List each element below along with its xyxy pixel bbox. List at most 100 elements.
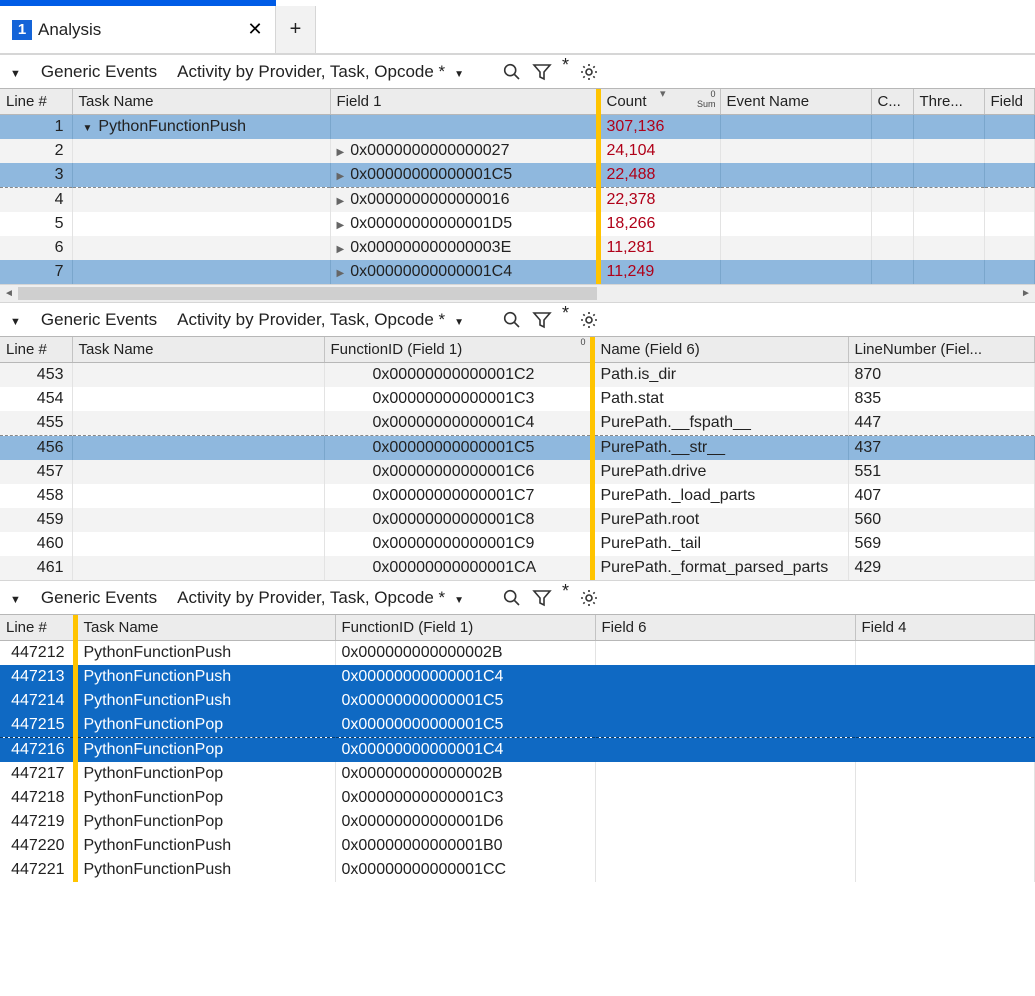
filter-icon[interactable] (532, 588, 552, 608)
task-cell: PythonFunctionPop (75, 738, 335, 763)
collapse-icon[interactable] (10, 310, 31, 330)
col-task[interactable]: Task Name (72, 337, 324, 363)
col-field[interactable]: Field (984, 89, 1035, 115)
col-f6[interactable]: Field 6 (595, 615, 855, 641)
line-cell: 453 (0, 363, 72, 388)
gear-icon[interactable] (579, 588, 599, 608)
table-row[interactable]: 4600x00000000000001C9PurePath._tail569 (0, 532, 1035, 556)
event-cell (720, 163, 871, 188)
col-fid[interactable]: FunctionID (Field 1) 0 (324, 337, 592, 363)
scrollbar-thumb[interactable] (18, 287, 597, 300)
col-f4[interactable]: Field 4 (855, 615, 1035, 641)
filter-icon[interactable] (532, 310, 552, 330)
col-c[interactable]: C... (871, 89, 913, 115)
col-event[interactable]: Event Name (720, 89, 871, 115)
table-row[interactable]: 4560x00000000000001C5PurePath.__str__437 (0, 436, 1035, 461)
line-cell: 1 (0, 115, 72, 140)
filter-icon[interactable] (532, 62, 552, 82)
panel1-tbody: 1PythonFunctionPush307,13620x00000000000… (0, 115, 1035, 285)
f6-cell (595, 834, 855, 858)
table-row[interactable]: 70x00000000000001C411,249 (0, 260, 1035, 284)
col-count[interactable]: Count ▾ 0Sum (598, 89, 720, 115)
col-line[interactable]: Line # (0, 89, 72, 115)
table-row[interactable]: 60x000000000000003E11,281 (0, 236, 1035, 260)
row-expand-icon[interactable] (337, 215, 351, 232)
provider-label: Generic Events (41, 310, 157, 330)
col-linenum[interactable]: LineNumber (Fiel... (848, 337, 1035, 363)
table-row[interactable]: 447212PythonFunctionPush0x00000000000000… (0, 641, 1035, 666)
table-row[interactable]: 447218PythonFunctionPop0x00000000000001C… (0, 786, 1035, 810)
scroll-right-icon[interactable]: ► (1017, 285, 1035, 302)
col-line[interactable]: Line # (0, 615, 75, 641)
table-row[interactable]: 4580x00000000000001C7PurePath._load_part… (0, 484, 1035, 508)
collapse-icon[interactable] (10, 588, 31, 608)
f4-cell (855, 641, 1035, 666)
gear-icon[interactable] (579, 62, 599, 82)
table-row[interactable]: 447221PythonFunctionPush0x00000000000001… (0, 858, 1035, 882)
search-icon[interactable] (502, 588, 522, 608)
row-expand-icon[interactable] (337, 142, 351, 159)
gear-icon[interactable] (579, 310, 599, 330)
preset-dropdown[interactable]: Activity by Provider, Task, Opcode * (177, 588, 450, 607)
col-fid[interactable]: FunctionID (Field 1) (335, 615, 595, 641)
col-field1[interactable]: Field 1 (330, 89, 598, 115)
preset-dropdown[interactable]: Activity by Provider, Task, Opcode * (177, 310, 450, 329)
scroll-left-icon[interactable]: ◄ (0, 285, 18, 302)
table-row[interactable]: 50x00000000000001D518,266 (0, 212, 1035, 236)
col-task[interactable]: Task Name (72, 89, 330, 115)
preset-dropdown[interactable]: Activity by Provider, Task, Opcode * (177, 62, 450, 81)
row-expand-icon[interactable] (337, 166, 351, 183)
count-cell: 11,249 (598, 260, 720, 284)
table-row[interactable]: 20x000000000000002724,104 (0, 139, 1035, 163)
table-row[interactable]: 4570x00000000000001C6PurePath.drive551 (0, 460, 1035, 484)
col-thre[interactable]: Thre... (913, 89, 984, 115)
name-cell: Path.stat (592, 387, 848, 411)
table-row[interactable]: 1PythonFunctionPush307,136 (0, 115, 1035, 140)
tab-number-badge: 1 (12, 20, 32, 40)
col-line[interactable]: Line # (0, 337, 72, 363)
c-cell (871, 188, 913, 213)
row-collapse-icon[interactable] (83, 118, 99, 135)
table-row[interactable]: 447215PythonFunctionPop0x00000000000001C… (0, 713, 1035, 738)
col-task[interactable]: Task Name (75, 615, 335, 641)
table-row[interactable]: 4590x00000000000001C8PurePath.root560 (0, 508, 1035, 532)
line-cell: 7 (0, 260, 72, 284)
scrollbar-track[interactable] (18, 285, 1017, 302)
table-row[interactable]: 447213PythonFunctionPush0x00000000000001… (0, 665, 1035, 689)
event-cell (720, 115, 871, 140)
table-row[interactable]: 447214PythonFunctionPush0x00000000000001… (0, 689, 1035, 713)
table-row[interactable]: 4540x00000000000001C3Path.stat835 (0, 387, 1035, 411)
fid-cell: 0x000000000000002B (335, 641, 595, 666)
c-cell (871, 139, 913, 163)
table-row[interactable]: 447219PythonFunctionPop0x00000000000001D… (0, 810, 1035, 834)
row-expand-icon[interactable] (337, 239, 351, 256)
horizontal-scrollbar[interactable]: ◄ ► (0, 284, 1035, 302)
tab-analysis[interactable]: 1 Analysis ✕ (0, 6, 276, 53)
name-cell: PurePath.root (592, 508, 848, 532)
collapse-icon[interactable] (10, 62, 31, 82)
close-icon[interactable]: ✕ (247, 19, 263, 40)
row-expand-icon[interactable] (337, 191, 351, 208)
col-name[interactable]: Name (Field 6) (592, 337, 848, 363)
sort-desc-icon: ▾ (660, 89, 666, 100)
task-cell: PythonFunctionPop (75, 786, 335, 810)
f6-cell (595, 713, 855, 738)
count-cell: 18,266 (598, 212, 720, 236)
table-row[interactable]: 4550x00000000000001C4PurePath.__fspath__… (0, 411, 1035, 436)
name-cell: PurePath.drive (592, 460, 848, 484)
table-row[interactable]: 4610x00000000000001CAPurePath._format_pa… (0, 556, 1035, 580)
f4-cell (855, 858, 1035, 882)
row-expand-icon[interactable] (337, 263, 351, 280)
table-row[interactable]: 447217PythonFunctionPop0x000000000000002… (0, 762, 1035, 786)
table-row[interactable]: 447220PythonFunctionPush0x00000000000001… (0, 834, 1035, 858)
add-tab-button[interactable]: + (276, 6, 316, 53)
search-icon[interactable] (502, 310, 522, 330)
table-row[interactable]: 40x000000000000001622,378 (0, 188, 1035, 213)
linenum-cell: 551 (848, 460, 1035, 484)
table-row[interactable]: 447216PythonFunctionPop0x00000000000001C… (0, 738, 1035, 763)
table-row[interactable]: 4530x00000000000001C2Path.is_dir870 (0, 363, 1035, 388)
search-icon[interactable] (502, 62, 522, 82)
line-cell: 447212 (0, 641, 75, 666)
dirty-marker: * (562, 55, 569, 76)
table-row[interactable]: 30x00000000000001C522,488 (0, 163, 1035, 188)
